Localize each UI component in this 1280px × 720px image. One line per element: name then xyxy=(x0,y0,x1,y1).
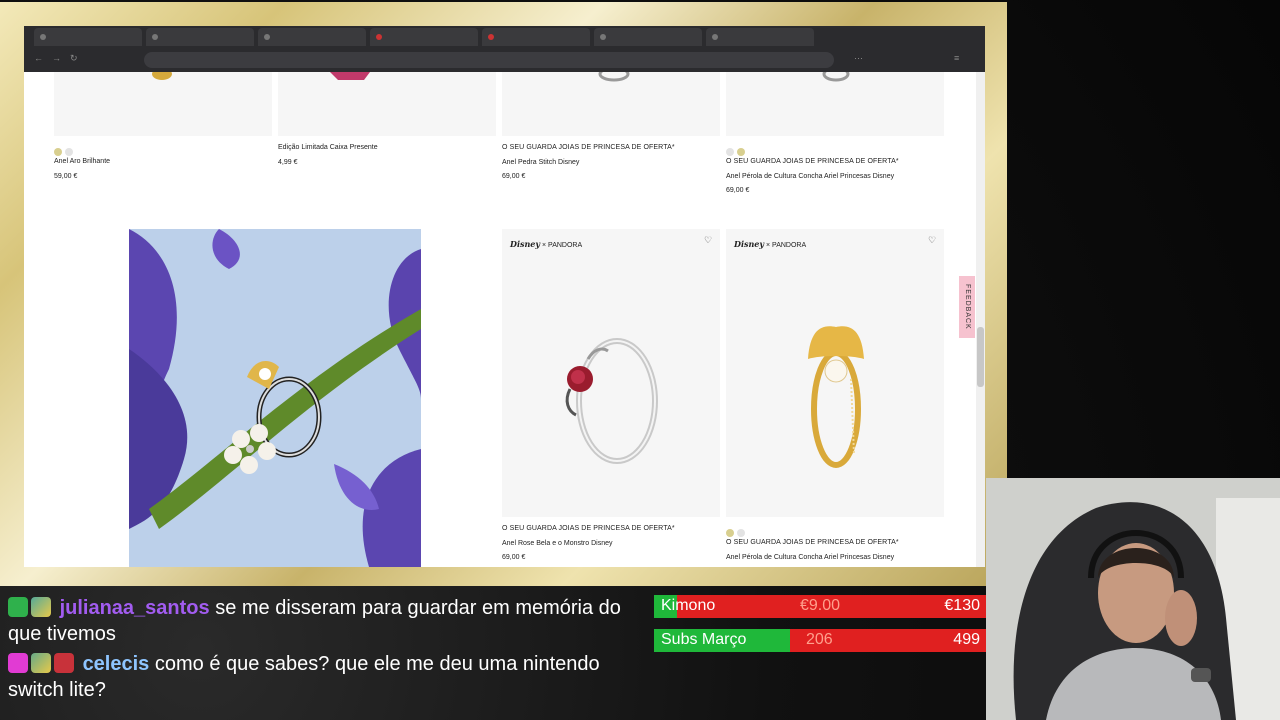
browser-tab[interactable] xyxy=(706,28,814,46)
product-image[interactable] xyxy=(726,72,944,136)
ring-image xyxy=(598,72,630,82)
editorial-banner-image[interactable] xyxy=(129,229,421,567)
scrollbar-thumb[interactable] xyxy=(977,327,984,387)
favicon-icon xyxy=(376,34,382,40)
goal-bar-kimono: Kimono €9.00 €130 xyxy=(654,595,986,618)
forward-icon[interactable]: → xyxy=(52,53,61,63)
product-name[interactable]: Anel Pérola de Cultura Concha Ariel Prin… xyxy=(726,173,894,180)
browser-window: ← → ↻ ⋯ ≡ Anel Aro Brilhante 59,00 € Edi… xyxy=(24,26,985,567)
ring-image xyxy=(152,72,172,80)
extensions-icon[interactable]: ⋯ xyxy=(854,53,863,64)
feedback-tab[interactable]: FEEDBACK xyxy=(959,276,975,338)
product-image[interactable]: Disney × PANDORA ♡ xyxy=(726,229,944,517)
color-swatch-silver[interactable] xyxy=(726,147,734,156)
product-price: 69,00 € xyxy=(502,173,526,180)
product-card[interactable]: Disney × PANDORA ♡ O SEU GUARDA JOIAS DE… xyxy=(502,229,720,567)
gift-box-image xyxy=(330,72,370,80)
goal-label: Subs Março xyxy=(661,631,747,648)
moderator-badge-icon xyxy=(8,597,28,617)
color-swatch-gold[interactable] xyxy=(726,528,734,537)
product-card[interactable]: Edição Limitada Caixa Presente 4,99 € xyxy=(278,72,496,202)
product-image[interactable] xyxy=(278,72,496,136)
chat-username[interactable]: julianaa_santos xyxy=(60,597,210,619)
gold-frame: ← → ↻ ⋯ ≡ Anel Aro Brilhante 59,00 € Edi… xyxy=(0,2,1007,586)
product-name[interactable]: Anel Pérola de Cultura Concha Ariel Prin… xyxy=(726,554,894,561)
color-swatch-silver[interactable] xyxy=(65,147,73,156)
goal-bar-subs: Subs Março 206 499 xyxy=(654,629,986,652)
favicon-icon xyxy=(600,34,606,40)
chat-message: celecis como é que sabes? que ele me deu… xyxy=(8,651,648,703)
favicon-icon xyxy=(40,34,46,40)
product-image[interactable] xyxy=(54,72,272,136)
page-scrollbar[interactable] xyxy=(976,72,985,567)
favicon-icon xyxy=(712,34,718,40)
streamer-webcam-image xyxy=(986,478,1280,720)
product-card[interactable]: Disney × PANDORA ♡ O SEU GUARDA JOIAS DE… xyxy=(726,229,944,567)
sub-badge-icon xyxy=(31,597,51,617)
sub-badge-icon xyxy=(31,653,51,673)
color-swatch-gold[interactable] xyxy=(54,147,62,156)
product-listing-page: Anel Aro Brilhante 59,00 € Edição Limita… xyxy=(24,72,976,567)
promo-tag: O SEU GUARDA JOIAS DE PRINCESA DE OFERTA… xyxy=(502,144,675,151)
product-card[interactable]: O SEU GUARDA JOIAS DE PRINCESA DE OFERTA… xyxy=(726,72,944,212)
goal-target: 499 xyxy=(953,631,980,648)
browser-tab[interactable] xyxy=(482,28,590,46)
favicon-icon xyxy=(264,34,270,40)
favicon-icon xyxy=(152,34,158,40)
rose-ring-image xyxy=(565,338,658,464)
product-name[interactable]: Anel Aro Brilhante xyxy=(54,158,110,165)
browser-chrome: ← → ↻ ⋯ ≡ xyxy=(24,26,985,72)
color-swatch-silver[interactable] xyxy=(737,528,745,537)
color-swatch-gold[interactable] xyxy=(737,147,745,156)
chat-username[interactable]: celecis xyxy=(83,653,150,675)
browser-tab[interactable] xyxy=(370,28,478,46)
menu-icon[interactable]: ≡ xyxy=(954,53,959,63)
browser-tab[interactable] xyxy=(34,28,142,46)
shell-ring-image xyxy=(808,326,864,468)
product-price: 69,00 € xyxy=(726,187,750,194)
product-name[interactable]: Edição Limitada Caixa Presente xyxy=(278,144,378,151)
address-bar[interactable] xyxy=(144,52,834,68)
browser-tab[interactable] xyxy=(146,28,254,46)
product-price: 69,00 € xyxy=(502,554,526,561)
product-name[interactable]: Anel Rose Bela e o Monstro Disney xyxy=(502,540,613,547)
flower-ring-photo xyxy=(129,229,421,567)
browser-tab[interactable] xyxy=(258,28,366,46)
chat-message: julianaa_santos se me disseram para guar… xyxy=(8,595,648,647)
heart-badge-icon xyxy=(8,653,28,673)
promo-tag: O SEU GUARDA JOIAS DE PRINCESA DE OFERTA… xyxy=(726,539,899,546)
product-image[interactable]: Disney × PANDORA ♡ xyxy=(502,229,720,517)
goal-target: €130 xyxy=(944,597,980,614)
product-card[interactable]: O SEU GUARDA JOIAS DE PRINCESA DE OFERTA… xyxy=(502,72,720,202)
tab-strip xyxy=(24,26,985,48)
promo-tag: O SEU GUARDA JOIAS DE PRINCESA DE OFERTA… xyxy=(502,525,675,532)
back-icon[interactable]: ← xyxy=(34,53,43,63)
product-image[interactable] xyxy=(502,72,720,136)
ring-image xyxy=(822,72,850,82)
favicon-icon xyxy=(488,34,494,40)
product-price: 59,00 € xyxy=(54,173,78,180)
product-card[interactable]: Anel Aro Brilhante 59,00 € xyxy=(54,72,272,202)
bf-badge-icon xyxy=(54,653,74,673)
goal-label: Kimono xyxy=(661,597,716,614)
chat-overlay: julianaa_santos se me disseram para guar… xyxy=(8,595,648,707)
webcam-feed xyxy=(986,478,1280,720)
goal-current: 206 xyxy=(806,631,833,648)
browser-tab[interactable] xyxy=(594,28,702,46)
product-name[interactable]: Anel Pedra Stitch Disney xyxy=(502,159,579,166)
goal-current: €9.00 xyxy=(800,597,841,614)
reload-icon[interactable]: ↻ xyxy=(70,53,78,64)
product-price: 4,99 € xyxy=(278,159,298,166)
promo-tag: O SEU GUARDA JOIAS DE PRINCESA DE OFERTA… xyxy=(726,158,899,165)
